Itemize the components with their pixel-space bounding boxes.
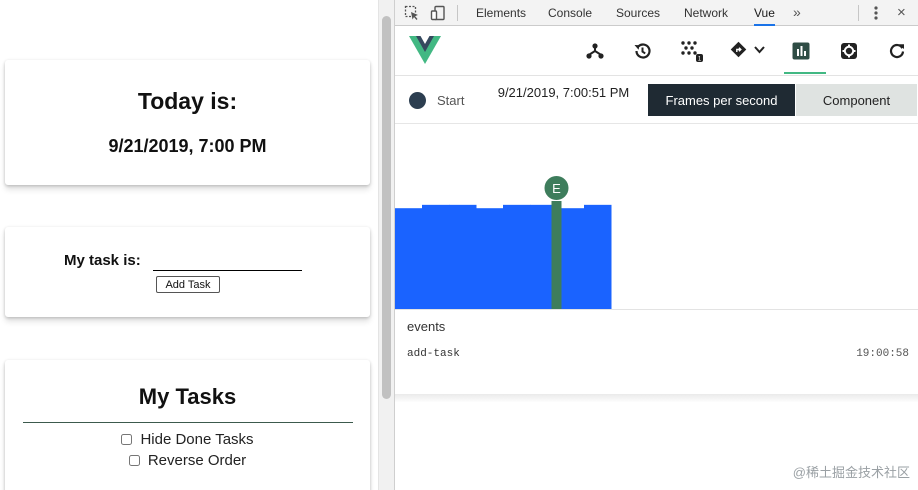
watermark: @稀土掘金技术社区 [792,465,910,480]
kebab-menu-icon[interactable] [871,5,881,21]
inspect-element-icon[interactable] [404,5,420,21]
events-footer-shadow [395,394,918,402]
event-time: 19:00:58 [856,348,909,360]
fps-bar [584,204,612,309]
tab-vue[interactable]: Vue [754,0,775,26]
components-tree-icon[interactable] [582,39,608,63]
event-marker-label: E [552,181,561,196]
performance-icon[interactable] [788,39,814,63]
current-date: 9/21/2019, 7:00 PM [108,136,267,156]
fps-bar [395,208,423,309]
toolbar-separator [457,5,458,21]
fps-bar [476,208,504,309]
fps-bar [503,204,531,309]
reverse-order-label: Reverse Order [147,452,247,469]
date-card-title: Today is: [137,88,238,114]
close-icon[interactable]: × [897,4,906,21]
start-label[interactable]: Start [437,93,464,108]
tasks-title: My Tasks [138,384,237,409]
tab-elements[interactable]: Elements [476,0,526,26]
vue-logo-icon [409,36,441,69]
more-tabs-icon[interactable]: » [793,0,801,26]
date-card: Today is: 9/21/2019, 7:00 PM [5,60,370,185]
toolbar-separator [858,5,859,21]
fps-bar [422,204,450,309]
fps-bar [449,204,477,309]
scrollbar-thumb[interactable] [382,16,391,399]
hide-done-label: Hide Done Tasks [140,431,254,448]
event-row[interactable]: add-task 19:00:58 [395,340,918,368]
history-icon[interactable] [629,39,655,63]
reverse-order-checkbox[interactable] [128,455,140,466]
fps-tab-button[interactable]: Frames per second [648,84,795,116]
timeline-time: 9/21/2019, 7:00:51 PM [497,85,630,100]
task-input[interactable] [153,257,302,271]
tab-network[interactable]: Network [684,0,728,26]
task-card: My task is: Add Task [5,227,370,317]
record-icon[interactable] [409,92,426,109]
vue-devtools-toolbar: 1 [395,26,918,76]
add-task-button[interactable]: Add Task [156,276,220,293]
divider [22,422,353,423]
event-marker-line [551,201,562,309]
hide-done-option[interactable]: Hide Done Tasks [5,431,370,448]
fps-chart[interactable]: E [395,125,918,310]
vuex-icon[interactable]: 1 [679,39,705,63]
tab-console[interactable]: Console [548,0,592,26]
tasks-card: My Tasks Hide Done Tasks Reverse Order [5,360,370,490]
devtools-tab-bar: Elements Console Sources Network Vue » × [395,0,918,26]
reverse-order-option[interactable]: Reverse Order [5,452,370,469]
event-name: add-task [407,348,460,360]
device-toolbar-icon[interactable] [430,5,446,21]
settings-icon[interactable] [836,39,862,63]
active-tool-indicator [784,72,826,74]
hide-done-checkbox[interactable] [121,434,133,445]
timeline-controls: Start 9/21/2019, 7:00:51 PM Frames per s… [395,77,918,124]
devtools-panel: Elements Console Sources Network Vue » × [395,0,918,490]
task-label: My task is: [64,252,141,269]
fps-chart-svg[interactable]: E [395,125,918,309]
refresh-icon[interactable] [884,39,910,63]
app-pane: Today is: 9/21/2019, 7:00 PM My task is:… [0,0,378,490]
component-tab-button[interactable]: Component [796,84,917,116]
tab-sources[interactable]: Sources [616,0,660,26]
router-icon[interactable] [728,39,770,63]
app-scrollbar[interactable] [378,0,394,490]
events-header: events [407,319,446,334]
